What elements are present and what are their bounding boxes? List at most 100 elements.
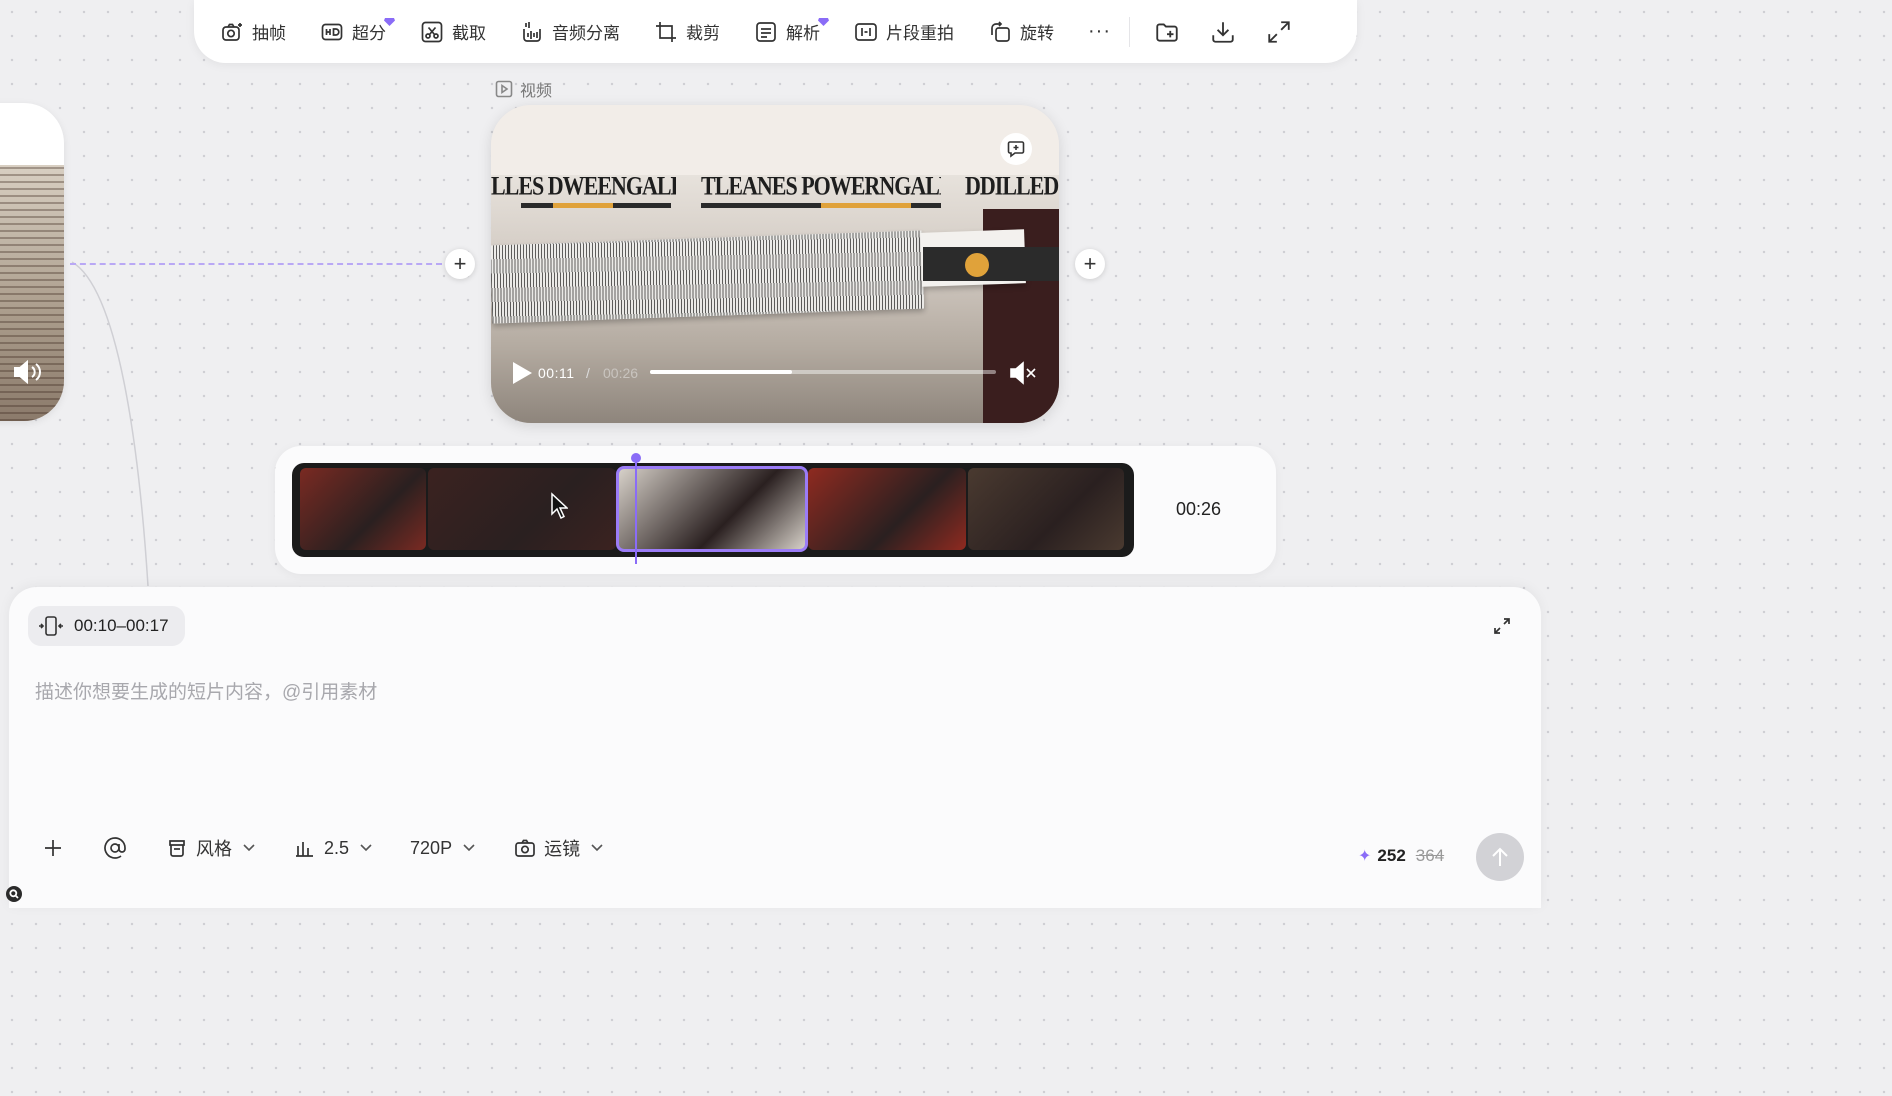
audio-split-icon	[523, 21, 541, 42]
timeline-panel: 00:26	[275, 446, 1276, 574]
toolbar-audio-split-label: 音频分离	[552, 24, 620, 43]
toolbar-rotate-label: 旋转	[1020, 24, 1054, 43]
toolbar-segment-reshoot-label: 片段重拍	[886, 24, 954, 43]
video-label-text: 视频	[520, 83, 553, 100]
clip-range-chip[interactable]: 00:10–00:17	[28, 606, 185, 646]
download-icon	[1212, 21, 1234, 43]
hd-icon	[321, 23, 343, 40]
add-to-folder-button[interactable]	[1154, 19, 1180, 45]
at-sign-icon	[104, 837, 126, 859]
credits-original: 364	[1415, 846, 1445, 865]
speaker-icon	[14, 359, 41, 385]
expand-prompt-button[interactable]	[1493, 617, 1511, 640]
camera-plus-icon	[222, 22, 242, 41]
play-button[interactable]	[511, 361, 533, 390]
cut-icon	[421, 21, 443, 42]
video-icon	[495, 80, 513, 98]
fullscreen-button[interactable]	[1266, 19, 1292, 45]
mention-button[interactable]	[103, 836, 127, 860]
timeline-duration: 00:26	[1176, 499, 1222, 519]
video-frame-dot	[965, 253, 989, 277]
add-node-left-button[interactable]: +	[445, 249, 475, 279]
camera-move-dropdown[interactable]: 运镜	[513, 835, 603, 861]
previous-node-card[interactable]	[0, 103, 64, 421]
mute-button[interactable]	[1009, 360, 1037, 391]
timeline-thumbnail[interactable]	[300, 468, 426, 550]
clip-range-text: 00:10–00:17	[74, 616, 169, 635]
current-time: 00:11	[538, 365, 575, 381]
rotate-icon	[991, 20, 1010, 42]
filmstrip[interactable]	[292, 463, 1134, 557]
analyze-icon	[756, 21, 776, 42]
toolbar-analyze-label: 解析	[786, 24, 820, 43]
progress-fill	[650, 370, 792, 374]
comment-button[interactable]	[1000, 133, 1032, 165]
timeline-thumbnail[interactable]	[808, 468, 966, 550]
timeline-thumbnail[interactable]	[616, 466, 808, 552]
video-node-label: 视频	[495, 77, 552, 101]
prompt-panel: 00:10–00:17 风格 2.5 720P 运镜	[9, 587, 1541, 908]
video-frame-stripe	[553, 203, 613, 208]
volume-button[interactable]	[12, 359, 42, 390]
prompt-input[interactable]	[33, 681, 1437, 705]
node-connector-dashed	[70, 263, 442, 265]
toolbar-crop[interactable]: 裁剪	[654, 19, 720, 44]
toolbar-analyze[interactable]: 解析	[754, 18, 829, 44]
timeline-thumbnail[interactable]	[968, 468, 1124, 550]
video-frame-paper-strip	[491, 230, 925, 324]
chevron-down-icon	[360, 844, 372, 852]
resolution-dropdown[interactable]: 720P	[410, 838, 475, 859]
plus-icon: +	[453, 251, 467, 276]
mouse-cursor-icon	[550, 492, 569, 525]
video-frame-top	[491, 105, 1059, 177]
toolbar-frame-extract[interactable]: 抽帧	[220, 19, 286, 44]
timeline-thumbnail[interactable]	[428, 468, 616, 550]
style-label: 风格	[196, 839, 232, 859]
model-label: 2.5	[324, 837, 350, 858]
style-dropdown[interactable]: 风格	[165, 835, 255, 861]
video-frame-headline: DDILLED U	[965, 170, 1059, 201]
plus-icon: +	[1083, 251, 1097, 276]
muted-speaker-icon	[1010, 361, 1036, 385]
credits-current: 252	[1377, 846, 1406, 865]
chevron-down-icon	[463, 844, 475, 852]
toolbar-audio-split[interactable]: 音频分离	[520, 19, 620, 44]
progress-bar[interactable]	[650, 370, 996, 374]
add-node-right-button[interactable]: +	[1075, 249, 1105, 279]
top-toolbar: 抽帧 超分 截取 音频分离 裁剪 解析 片段重拍 旋转 ···	[194, 0, 1357, 63]
download-button[interactable]	[1210, 19, 1236, 45]
search-icon[interactable]	[6, 886, 22, 902]
camera-icon	[515, 839, 535, 857]
arrow-up-icon	[1492, 847, 1508, 866]
toolbar-cut[interactable]: 截取	[420, 19, 486, 44]
video-frame-headline: TLEANES POWERNGALLGE	[701, 170, 941, 201]
resolution-label: 720P	[410, 837, 453, 858]
video-controls: 00:11 / 00:26	[491, 349, 1059, 397]
toolbar-super-resolution-label: 超分	[352, 24, 386, 43]
toolbar-rotate[interactable]: 旋转	[988, 19, 1054, 44]
premium-gem-icon	[818, 11, 829, 26]
toolbar-frame-extract-label: 抽帧	[252, 24, 286, 43]
chevron-down-icon	[591, 844, 603, 852]
credits-cost: ✦ 252 364	[1358, 846, 1444, 866]
toolbar-super-resolution[interactable]: 超分	[320, 18, 395, 44]
premium-gem-icon	[384, 11, 395, 26]
video-frame-band	[923, 247, 1059, 281]
prompt-toolbar: 风格 2.5 720P 运镜	[41, 835, 641, 861]
video-frame-stripe	[821, 203, 911, 208]
toolbar-crop-label: 裁剪	[686, 24, 720, 43]
more-options-button[interactable]: ···	[1088, 20, 1111, 43]
add-material-button[interactable]	[41, 836, 65, 860]
video-player[interactable]: LLES DWEENGALLE TLEANES POWERNGALLGE DDI…	[491, 105, 1059, 423]
bar-chart-icon	[296, 842, 313, 857]
playhead[interactable]	[631, 453, 641, 564]
toolbar-segment-reshoot[interactable]: 片段重拍	[854, 19, 954, 44]
model-dropdown[interactable]: 2.5	[293, 836, 372, 860]
node-link-curve	[71, 261, 149, 587]
sparkle-icon: ✦	[1358, 848, 1372, 865]
add-folder-icon	[1156, 22, 1178, 42]
plus-icon	[45, 840, 61, 856]
toolbar-divider	[1128, 16, 1130, 47]
style-icon	[169, 840, 185, 857]
send-button[interactable]	[1476, 833, 1524, 881]
